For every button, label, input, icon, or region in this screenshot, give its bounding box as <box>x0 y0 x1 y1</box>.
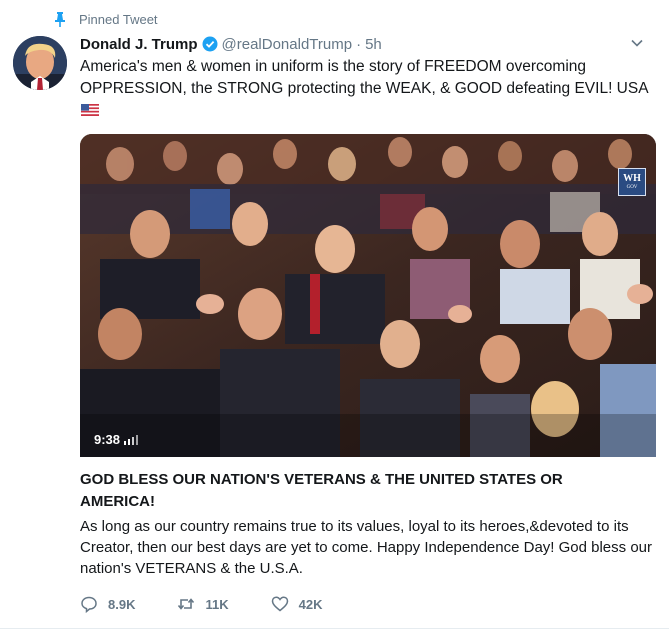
us-flag-icon <box>81 104 99 116</box>
card-description: As long as our country remains true to i… <box>80 518 652 577</box>
reply-button[interactable]: 8.9K <box>80 595 135 613</box>
separator-dot: · <box>356 35 362 53</box>
tweet-text-body: America's men & women in uniform is the … <box>80 58 649 97</box>
like-count: 42K <box>298 596 323 612</box>
display-name[interactable]: Donald J. Trump <box>80 36 198 53</box>
timestamp[interactable]: 5h <box>365 36 382 53</box>
pinned-label: Pinned Tweet <box>79 11 158 27</box>
username-handle[interactable]: @realDonaldTrump <box>222 36 353 53</box>
watermark-wh: WH <box>623 172 641 184</box>
video-duration: 9:38 <box>94 432 139 447</box>
tweet-header: Donald J. Trump @realDonaldTrump · 5h <box>80 33 645 55</box>
reply-icon <box>81 596 97 613</box>
white-house-watermark: WH GOV <box>618 168 646 196</box>
like-icon <box>271 596 288 612</box>
reply-count: 8.9K <box>108 596 136 612</box>
duration-text: 9:38 <box>94 432 121 447</box>
watermark-gov: GOV <box>626 184 638 190</box>
chevron-down-icon[interactable] <box>629 35 645 51</box>
avatar[interactable] <box>13 36 67 90</box>
pin-icon <box>55 12 65 27</box>
card-title[interactable]: GOD BLESS OUR NATION'S VETERANS & THE UN… <box>80 469 640 513</box>
video-player[interactable]: WH GOV 9:38 <box>80 134 656 457</box>
tweet-actions: 8.9K 11K 42K <box>80 594 364 614</box>
verified-icon <box>202 36 218 52</box>
volume-icon[interactable] <box>124 434 139 445</box>
retweet-icon <box>178 598 195 610</box>
avatar-image <box>13 36 67 90</box>
tweet[interactable]: Pinned Tweet Donald J. Trump @realDonald… <box>0 0 669 629</box>
like-button[interactable]: 42K <box>271 595 323 613</box>
video-thumbnail <box>80 134 656 457</box>
pinned-indicator: Pinned Tweet <box>53 10 158 28</box>
retweet-count: 11K <box>205 596 229 612</box>
retweet-button[interactable]: 11K <box>177 595 229 613</box>
tweet-text: America's men & women in uniform is the … <box>80 56 650 122</box>
